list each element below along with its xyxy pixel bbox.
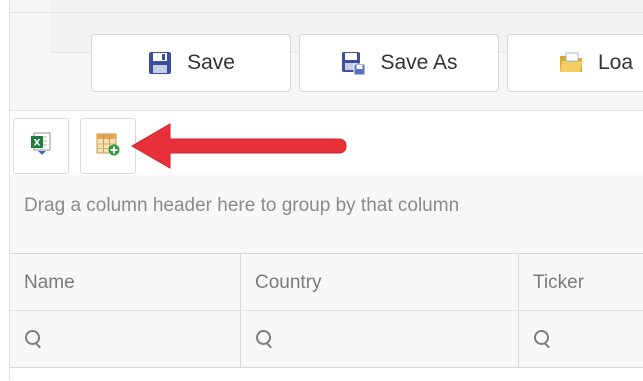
search-icon[interactable] [533, 329, 553, 349]
column-chooser-button[interactable] [80, 118, 136, 174]
filter-cell-country[interactable] [241, 311, 519, 367]
column-header-ticker[interactable]: Ticker [519, 254, 643, 311]
floppy-disk-icon [147, 50, 173, 76]
excel-export-icon: X [29, 131, 53, 162]
filter-row [10, 310, 643, 368]
filter-cell-ticker[interactable] [519, 311, 643, 367]
column-header-row: Name Country Ticker [10, 253, 643, 311]
column-header-country[interactable]: Country [241, 254, 519, 311]
filter-cell-name[interactable] [10, 311, 241, 367]
data-grid: X Drag a column header here to group by … [10, 110, 643, 381]
excel-export-button[interactable]: X [13, 118, 69, 174]
save-as-label: Save As [380, 51, 458, 74]
save-label: Save [187, 51, 235, 74]
column-header-label: Name [24, 271, 75, 293]
folder-open-icon [558, 50, 584, 76]
save-as-button[interactable]: Save As [299, 34, 499, 92]
column-header-label: Country [255, 271, 322, 293]
column-header-label: Ticker [533, 271, 585, 293]
column-header-name[interactable]: Name [10, 254, 241, 311]
search-icon[interactable] [255, 329, 275, 349]
load-label: Loa [598, 51, 634, 74]
load-button[interactable]: Loa [507, 34, 643, 92]
svg-text:X: X [34, 138, 41, 148]
search-icon[interactable] [24, 329, 44, 349]
group-by-hint: Drag a column header here to group by th… [24, 195, 460, 216]
save-button[interactable]: Save [91, 34, 291, 92]
column-chooser-icon [95, 131, 121, 162]
grid-toolbar: X [10, 111, 643, 175]
group-by-panel[interactable]: Drag a column header here to group by th… [10, 175, 643, 253]
floppy-disk-save-as-icon [340, 50, 366, 76]
